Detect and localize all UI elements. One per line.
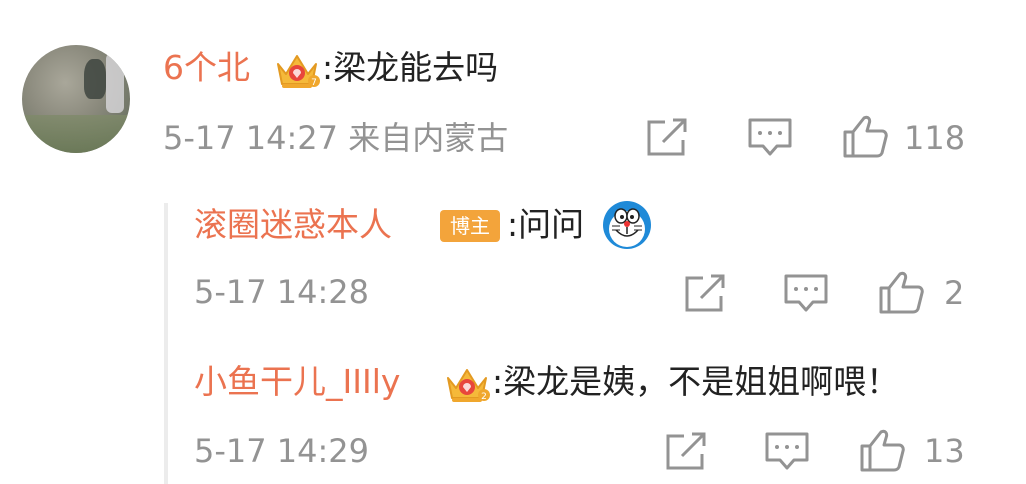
reply-thread-bar bbox=[164, 203, 168, 484]
share-icon[interactable] bbox=[645, 116, 691, 158]
crown-level: 7 bbox=[311, 78, 317, 88]
reply-meta: 5-17 14:29 bbox=[194, 432, 370, 470]
reply-text: :问问 bbox=[507, 205, 585, 244]
share-icon[interactable] bbox=[664, 430, 710, 472]
like-icon[interactable] bbox=[842, 114, 888, 158]
reply-text: :梁龙是姨，不是姐姐啊喂！ bbox=[492, 362, 900, 401]
like-count: 2 bbox=[944, 274, 965, 312]
reply-meta: 5-17 14:28 bbox=[194, 273, 370, 311]
avatar[interactable] bbox=[22, 45, 130, 153]
comment-icon[interactable] bbox=[747, 116, 793, 158]
like-icon[interactable] bbox=[859, 428, 905, 472]
comment-icon[interactable] bbox=[783, 272, 829, 314]
crown-icon: 2 bbox=[444, 362, 490, 404]
like-count: 13 bbox=[924, 432, 965, 470]
like-count: 118 bbox=[904, 119, 966, 157]
comment-username[interactable]: 6个北 bbox=[163, 48, 250, 88]
crown-level: 2 bbox=[481, 392, 487, 402]
comment-meta: 5-17 14:27 来自内蒙古 bbox=[163, 119, 509, 157]
like-icon[interactable] bbox=[878, 270, 924, 314]
reply-username[interactable]: 小鱼干儿_IIIly bbox=[194, 362, 400, 402]
crown-icon: 7 bbox=[274, 48, 320, 90]
comment-icon[interactable] bbox=[764, 430, 810, 472]
comment-text: :梁龙能去吗 bbox=[322, 48, 499, 87]
reply-username[interactable]: 滚圈迷惑本人 bbox=[194, 205, 392, 245]
share-icon[interactable] bbox=[683, 272, 729, 314]
blogger-badge: 博主 bbox=[440, 210, 500, 242]
doraemon-emoji-icon bbox=[600, 198, 654, 252]
